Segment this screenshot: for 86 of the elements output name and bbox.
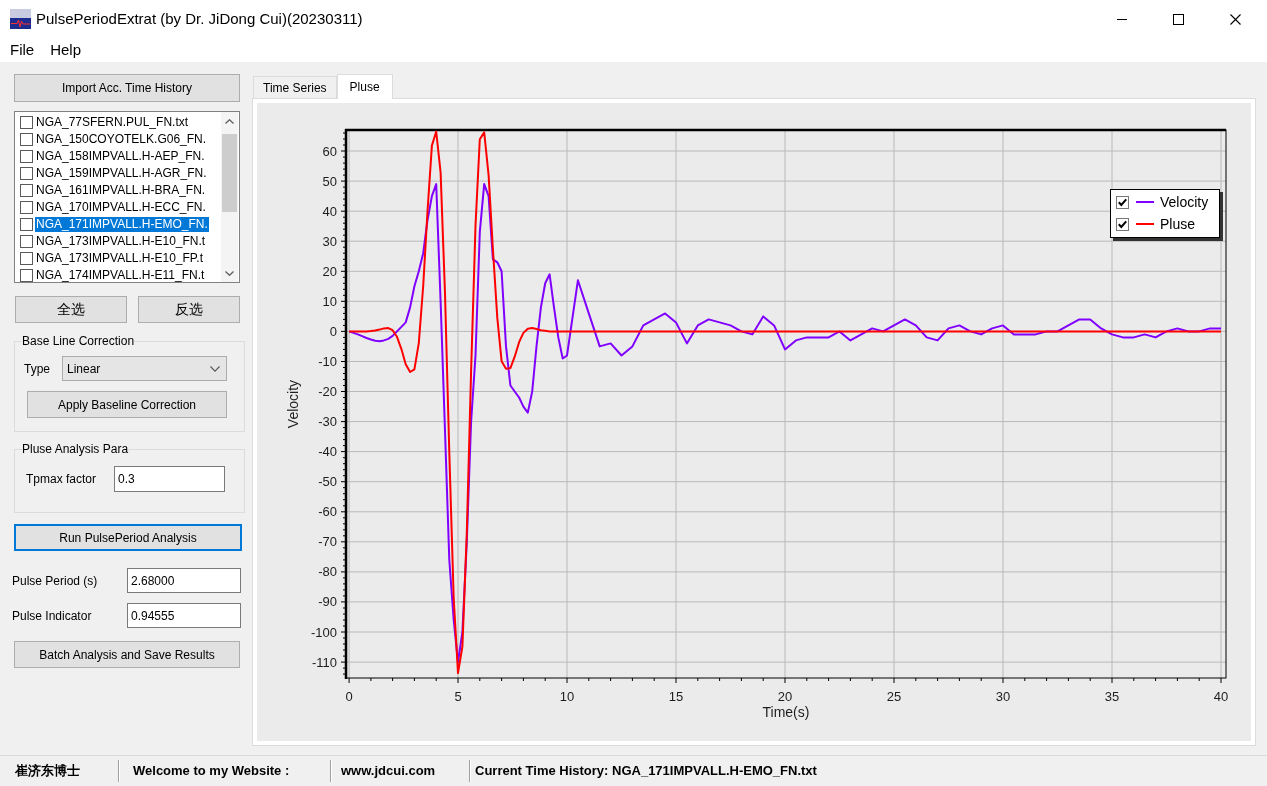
factor-input[interactable]: 0.3	[114, 466, 225, 492]
group-title: Pluse Analysis Para	[22, 442, 129, 456]
tick-label: -30	[318, 414, 337, 430]
run-button[interactable]: Run PulsePeriod Analysis	[14, 524, 242, 551]
tick-label: -100	[310, 624, 337, 640]
tick-label: 15	[668, 688, 684, 704]
tick-label: 0	[329, 323, 337, 339]
tick-label: -10	[318, 354, 337, 369]
batch-button[interactable]: Batch Analysis and Save Results	[14, 641, 240, 668]
checkbox[interactable]	[20, 184, 33, 197]
tick-label: -70	[318, 534, 337, 550]
tick-label: 0	[345, 688, 353, 704]
legend-checkbox[interactable]	[1116, 195, 1129, 209]
list-item[interactable]: NGA_150COYOTELK.G06_FN.	[35, 132, 208, 147]
tick-label: -60	[318, 504, 337, 520]
tick-label: 5	[454, 688, 462, 704]
tick-label: -110	[311, 654, 337, 670]
menu-item[interactable]: File	[2, 38, 43, 62]
app-icon	[10, 9, 31, 29]
tick-label: -20	[318, 384, 337, 399]
tick-label: 25	[886, 688, 902, 704]
window-title: PulsePeriodExtrat (by Dr. JiDong Cui)(20230311)	[36, 9, 363, 29]
scrollbar-thumb[interactable]	[222, 134, 237, 212]
checkbox[interactable]	[20, 252, 33, 265]
tick-label: 30	[322, 233, 337, 249]
checkbox[interactable]	[20, 218, 33, 231]
result-field[interactable]: 0.94555	[127, 603, 241, 628]
tick-label: 35	[1104, 688, 1120, 704]
minimize-icon	[1116, 18, 1127, 20]
chevron-down-icon	[210, 365, 220, 372]
tick-label: -50	[318, 474, 337, 490]
tick-label: -90	[318, 594, 337, 610]
tick-label: 40	[1213, 688, 1229, 704]
tick-label: 10	[559, 688, 575, 704]
legend-checkbox[interactable]	[1116, 217, 1129, 231]
legend-label: Velocity	[1160, 194, 1209, 210]
checkbox[interactable]	[20, 201, 33, 214]
apply-button[interactable]: Apply Baseline Correction	[27, 391, 227, 418]
list-item[interactable]: NGA_158IMPVALL.H-AEP_FN.	[35, 149, 206, 164]
status-text: 崔济东博士	[14, 762, 81, 781]
legend-label: Pluse	[1160, 216, 1196, 232]
tick-label: 30	[995, 688, 1011, 704]
tab[interactable]: Pluse	[336, 74, 393, 99]
tick-label: -80	[318, 564, 337, 580]
list-item[interactable]: NGA_174IMPVALL.H-E11_FN.t	[35, 268, 206, 282]
axis-title: Time(s)	[762, 704, 810, 720]
axis-title: Velocity	[285, 379, 301, 429]
tick-label: 50	[322, 173, 337, 189]
status-text: Welcome to my Website :	[132, 762, 291, 781]
import-button[interactable]: Import Acc. Time History	[14, 74, 240, 102]
menu-item[interactable]: Help	[42, 38, 90, 62]
field-label: Pulse Indicator	[12, 608, 93, 623]
list-item[interactable]: NGA_159IMPVALL.H-AGR_FN.	[35, 166, 208, 181]
list-item[interactable]: NGA_173IMPVALL.H-E10_FP.t	[35, 251, 204, 266]
chevron-down-icon[interactable]	[225, 270, 234, 276]
field-label: Type	[24, 361, 51, 376]
list-item[interactable]: NGA_173IMPVALL.H-E10_FN.t	[35, 234, 207, 249]
checkbox[interactable]	[20, 235, 33, 248]
tick-label: 10	[322, 293, 337, 309]
tick-label: 20	[322, 263, 337, 279]
type-dropdown[interactable]: Linear	[62, 356, 227, 381]
list-item[interactable]: NGA_161IMPVALL.H-BRA_FN.	[35, 183, 207, 198]
tick-label: 60	[322, 143, 337, 159]
checkbox[interactable]	[20, 133, 33, 146]
checkbox[interactable]	[20, 150, 33, 163]
checkbox[interactable]	[20, 116, 33, 129]
select-button[interactable]: 反选	[138, 296, 240, 323]
tick-label: -40	[318, 444, 337, 460]
field-label: Pulse Period (s)	[12, 573, 99, 588]
tick-label: 40	[322, 203, 337, 219]
checkbox[interactable]	[20, 269, 33, 282]
list-item[interactable]: NGA_171IMPVALL.H-EMO_FN.	[35, 217, 209, 232]
chevron-up-icon[interactable]	[225, 118, 234, 124]
select-button[interactable]: 全选	[15, 296, 127, 323]
maximize-icon	[1173, 13, 1184, 25]
status-text: Current Time History: NGA_171IMPVALL.H-EMO_FN.txt	[474, 762, 817, 781]
status-text: www.jdcui.com	[340, 762, 437, 781]
checkbox[interactable]	[20, 167, 33, 180]
tick-label: 20	[777, 688, 793, 704]
group-title: Base Line Correction	[22, 334, 135, 348]
tab[interactable]: Time Series	[253, 76, 337, 98]
list-item[interactable]: NGA_77SFERN.PUL_FN.txt	[35, 115, 190, 130]
field-label: Tpmax factor	[26, 472, 98, 486]
close-icon	[1230, 13, 1241, 25]
list-item[interactable]: NGA_170IMPVALL.H-ECC_FN.	[35, 200, 207, 215]
result-field[interactable]: 2.68000	[127, 568, 241, 593]
